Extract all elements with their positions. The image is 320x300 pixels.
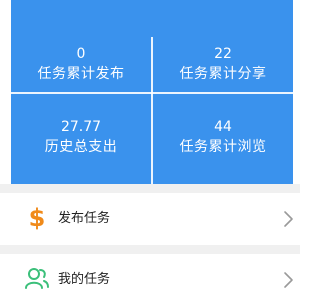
stat-tasks-viewed[interactable]: 44 任务累计浏览 — [153, 94, 293, 186]
stat-value: 44 — [214, 119, 232, 135]
stat-label: 任务累计浏览 — [179, 139, 267, 155]
section-separator — [0, 184, 300, 193]
menu-item-label: 发布任务 — [58, 211, 111, 226]
chevron-right-icon — [284, 211, 293, 227]
stats-vertical-divider — [151, 37, 153, 184]
stat-label: 历史总支出 — [44, 139, 118, 155]
account-screen: 0 任务累计发布 22 任务累计分享 27.77 历史总支出 44 任务累计浏览… — [0, 0, 300, 300]
stat-value: 0 — [76, 46, 86, 62]
stat-total-spent[interactable]: 27.77 历史总支出 — [11, 94, 151, 186]
menu-item-my-tasks[interactable]: 我的任务 — [11, 254, 300, 300]
stat-label: 任务累计发布 — [37, 66, 125, 82]
stat-tasks-shared[interactable]: 22 任务累计分享 — [153, 0, 293, 92]
dollar-icon: $ — [28, 204, 46, 232]
section-separator — [0, 245, 300, 254]
stat-value: 22 — [214, 46, 232, 62]
menu-item-publish-task[interactable]: $ 发布任务 — [11, 193, 300, 245]
stats-panel: 0 任务累计发布 22 任务累计分享 27.77 历史总支出 44 任务累计浏览 — [11, 0, 293, 184]
stat-label: 任务累计分享 — [179, 66, 267, 82]
chevron-right-icon — [284, 272, 293, 288]
stat-value: 27.77 — [60, 119, 102, 135]
stats-horizontal-divider — [11, 92, 293, 94]
users-icon — [25, 268, 49, 289]
stat-tasks-published[interactable]: 0 任务累计发布 — [11, 0, 151, 92]
menu-item-label: 我的任务 — [58, 272, 111, 287]
